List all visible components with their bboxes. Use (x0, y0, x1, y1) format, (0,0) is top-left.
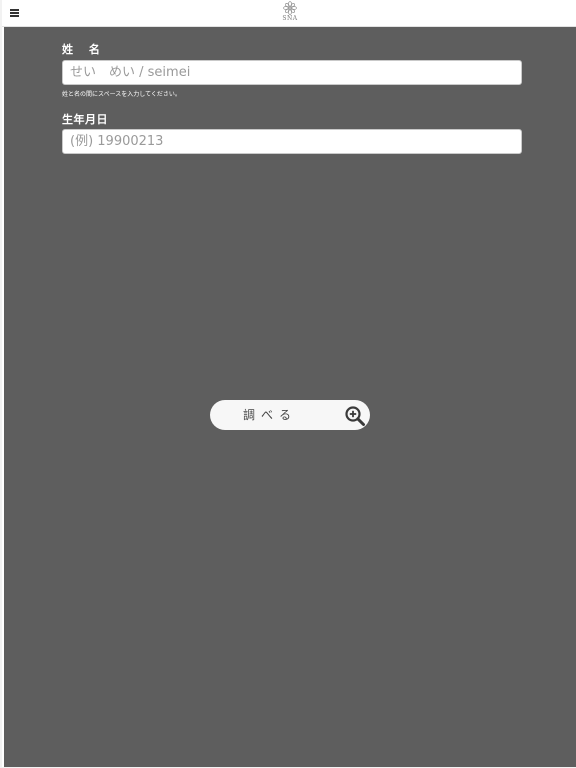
birthdate-input[interactable] (62, 129, 522, 154)
magnifier-plus-icon (345, 406, 365, 426)
main-panel: 姓 名 姓と名の間にスペースを入力してください。 生年月日 調べる (4, 27, 576, 767)
logo-text: SNA (282, 15, 298, 22)
flower-logo-icon (283, 1, 297, 15)
logo: SNA (276, 1, 304, 25)
name-hint: 姓と名の間にスペースを入力してください。 (62, 91, 181, 98)
hamburger-menu-icon[interactable] (10, 9, 19, 17)
top-bar: SNA (2, 0, 576, 27)
search-button-label: 調べる (243, 408, 298, 422)
name-input[interactable] (62, 60, 522, 85)
birthdate-label: 生年月日 (62, 113, 108, 126)
search-button[interactable]: 調べる (210, 400, 370, 430)
name-label: 姓 名 (62, 43, 106, 56)
app-frame: SNA 姓 名 姓と名の間にスペースを入力してください。 生年月日 調べる (0, 0, 576, 768)
